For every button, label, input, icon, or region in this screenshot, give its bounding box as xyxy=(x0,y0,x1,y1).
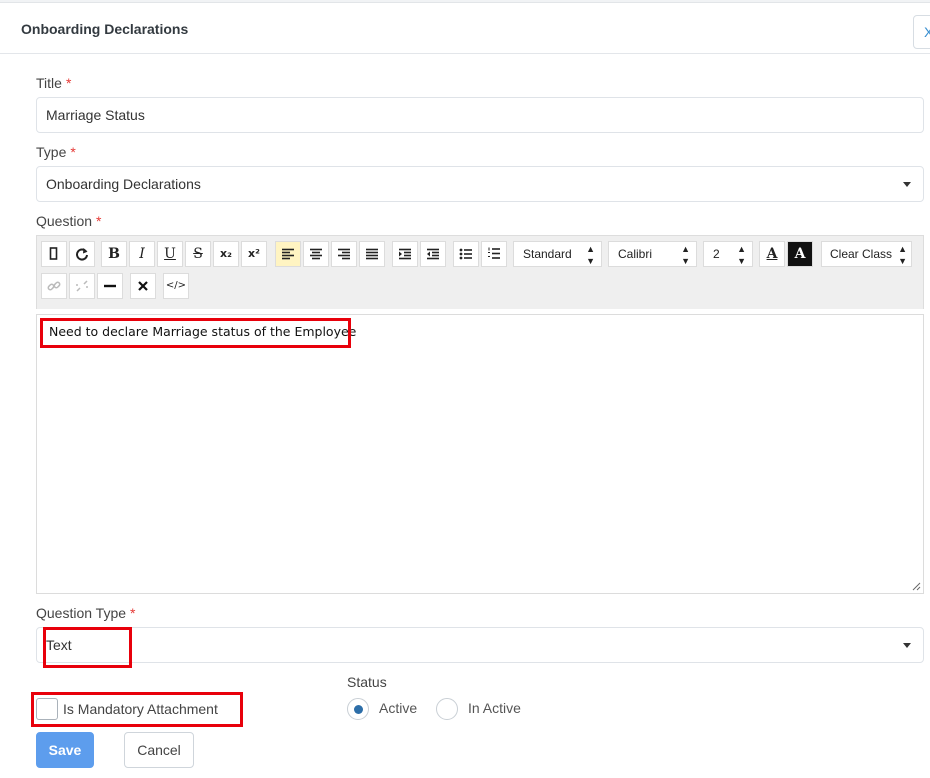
updown-icon: ▲ ▼ xyxy=(737,244,746,266)
fullscreen-icon xyxy=(49,247,58,260)
class-select[interactable]: Clear Class ▲ ▼ xyxy=(821,241,912,267)
font-family-value: Calibri xyxy=(618,247,653,261)
fullscreen-button[interactable] xyxy=(41,241,67,267)
updown-icon: ▲ ▼ xyxy=(898,244,907,266)
question-type-select[interactable]: Text xyxy=(36,627,924,663)
title-label-text: Title xyxy=(36,75,62,91)
dialog-title: Onboarding Declarations xyxy=(21,21,189,37)
question-type-label-text: Question Type xyxy=(36,605,127,621)
outdent-button[interactable] xyxy=(420,241,446,267)
block-format-select[interactable]: Standard ▲ ▼ xyxy=(513,241,602,267)
status-active-radio[interactable] xyxy=(347,698,369,720)
caret-down-icon xyxy=(903,182,911,187)
updown-icon: ▲ ▼ xyxy=(586,244,595,266)
link-icon xyxy=(47,281,61,291)
status-active-label[interactable]: Active xyxy=(379,700,417,716)
numbered-list-button[interactable] xyxy=(481,241,507,267)
class-select-value: Clear Class xyxy=(830,247,893,261)
bold-button[interactable]: B xyxy=(101,241,127,267)
dialog-header: Onboarding Declarations X xyxy=(0,4,930,54)
align-left-button[interactable] xyxy=(275,241,301,267)
type-label-text: Type xyxy=(36,144,67,160)
question-type-label: Question Type * xyxy=(36,605,135,621)
align-center-button[interactable] xyxy=(303,241,329,267)
font-family-select[interactable]: Calibri ▲ ▼ xyxy=(608,241,697,267)
resize-grip-icon[interactable] xyxy=(911,581,921,591)
close-button[interactable]: X xyxy=(913,15,930,49)
strikethrough-button[interactable]: S xyxy=(185,241,211,267)
question-label-text: Question xyxy=(36,213,93,229)
undo-button[interactable] xyxy=(69,241,95,267)
align-left-icon xyxy=(282,248,294,260)
type-select-value: Onboarding Declarations xyxy=(46,176,201,192)
align-right-button[interactable] xyxy=(331,241,357,267)
font-size-select[interactable]: 2 ▲ ▼ xyxy=(703,241,753,267)
outdent-icon xyxy=(427,248,439,260)
font-size-value: 2 xyxy=(713,247,720,261)
highlight-mandatory-attachment xyxy=(31,692,243,727)
superscript-button[interactable]: x² xyxy=(241,241,267,267)
background-color-button[interactable]: A xyxy=(787,241,813,267)
question-editor[interactable]: Need to declare Marriage status of the E… xyxy=(36,314,924,594)
top-border xyxy=(0,0,930,3)
save-button[interactable]: Save xyxy=(36,732,94,768)
cancel-button[interactable]: Cancel xyxy=(124,732,194,768)
unlink-button[interactable] xyxy=(69,273,95,299)
undo-icon xyxy=(76,248,88,261)
underline-button[interactable]: U xyxy=(157,241,183,267)
status-inactive-label[interactable]: In Active xyxy=(468,700,521,716)
status-inactive-radio[interactable] xyxy=(436,698,458,720)
code-view-button[interactable]: </> xyxy=(163,273,189,299)
highlight-question-text xyxy=(40,318,351,348)
title-label: Title * xyxy=(36,75,71,91)
subscript-button[interactable]: x₂ xyxy=(213,241,239,267)
numbered-list-icon xyxy=(488,247,500,259)
required-mark: * xyxy=(65,75,72,91)
type-select[interactable]: Onboarding Declarations xyxy=(36,166,924,202)
required-mark: * xyxy=(130,605,136,621)
indent-button[interactable] xyxy=(392,241,418,267)
align-justify-button[interactable] xyxy=(359,241,385,267)
bullet-list-icon xyxy=(459,248,472,260)
required-mark: * xyxy=(70,144,76,160)
title-input[interactable]: Marriage Status xyxy=(36,97,924,133)
align-right-icon xyxy=(338,248,350,260)
horizontal-rule-button[interactable] xyxy=(97,273,123,299)
required-mark: * xyxy=(96,213,102,229)
highlight-question-type xyxy=(43,627,132,668)
type-label: Type * xyxy=(36,144,76,160)
bullet-list-button[interactable] xyxy=(453,241,479,267)
align-center-icon xyxy=(310,248,322,260)
horizontal-rule-icon xyxy=(104,284,116,288)
remove-format-icon xyxy=(138,281,148,291)
question-label: Question * xyxy=(36,213,102,229)
text-color-button[interactable]: A xyxy=(759,241,785,267)
status-label: Status xyxy=(347,674,387,690)
link-button[interactable] xyxy=(41,273,67,299)
remove-format-button[interactable] xyxy=(130,273,156,299)
editor-toolbar: B I U S x₂ x² Standard ▲ ▼ Calibri ▲ ▼ 2 ▲… xyxy=(36,235,924,309)
align-justify-icon xyxy=(366,248,378,260)
italic-button[interactable]: I xyxy=(129,241,155,267)
caret-down-icon xyxy=(903,643,911,648)
updown-icon: ▲ ▼ xyxy=(681,244,690,266)
unlink-icon xyxy=(76,280,88,292)
indent-icon xyxy=(399,248,411,260)
block-format-value: Standard xyxy=(523,247,572,261)
